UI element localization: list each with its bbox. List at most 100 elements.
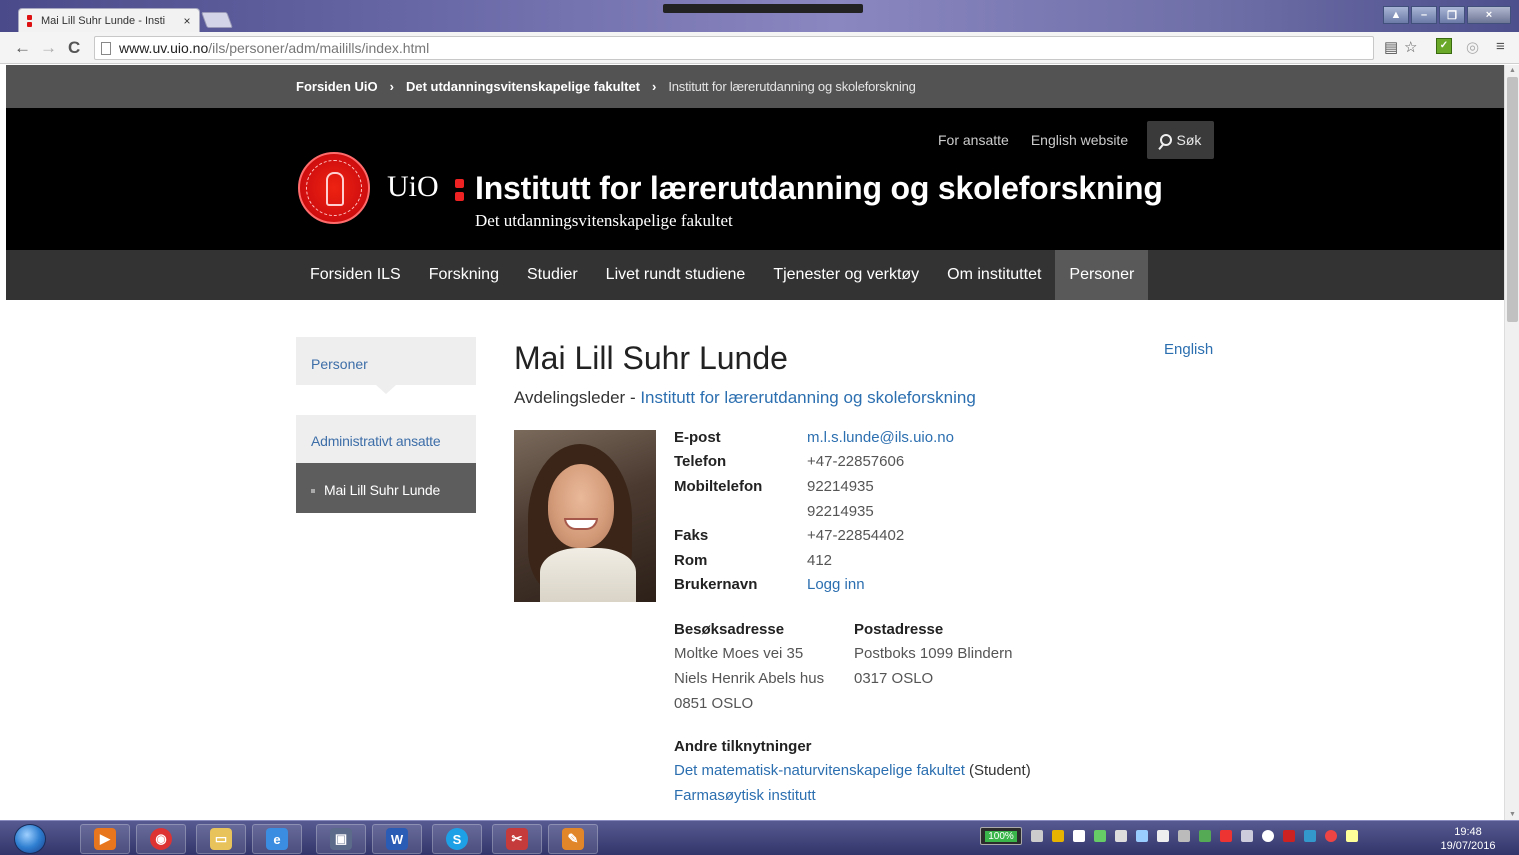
tray-icon[interactable]	[1262, 830, 1274, 842]
contact-row-fax: Faks +47-22854402	[674, 523, 954, 548]
sidebar-item-personer[interactable]: Personer	[296, 337, 476, 394]
nav-item-livet[interactable]: Livet rundt studiene	[592, 250, 760, 300]
scrollbar-thumb[interactable]	[1507, 77, 1518, 322]
nav-item-tjenester[interactable]: Tjenester og verktøy	[759, 250, 933, 300]
affiliations-heading: Andre tilknytninger	[674, 737, 812, 755]
contact-label: Rom	[674, 551, 708, 569]
windows-taskbar: ▶ ◉ ▭ e ▣ W S ✂ ✎ 100% 19:48 19/07/2016	[0, 820, 1519, 855]
uio-wordmark[interactable]: UiO	[387, 170, 439, 204]
taskbar-media-player[interactable]: ▶	[80, 824, 130, 854]
breadcrumb-current: Institutt for lærerutdanning og skolefor…	[668, 79, 916, 94]
uio-seal-logo[interactable]	[298, 152, 370, 224]
network-icon[interactable]	[1115, 830, 1127, 842]
tray-icon[interactable]	[1178, 830, 1190, 842]
search-button[interactable]: Søk	[1147, 121, 1214, 159]
translate-icon[interactable]: ▤	[1384, 38, 1398, 56]
tray-icon[interactable]	[1031, 830, 1043, 842]
taskbar-ie[interactable]: e	[252, 824, 302, 854]
system-tray: 100%	[980, 827, 1358, 845]
mobile-value: 92214935	[807, 477, 874, 495]
breadcrumb-link-faculty[interactable]: Det utdanningsvitenskapelige fakultet	[406, 79, 640, 94]
ie-icon: e	[266, 828, 288, 850]
role-separator: -	[625, 388, 641, 407]
english-language-link[interactable]: English	[1164, 341, 1213, 358]
taskbar-word[interactable]: W	[372, 824, 422, 854]
postal-address: Postadresse Postboks 1099 Blindern 0317 …	[854, 617, 1012, 691]
sidebar-item-current[interactable]: Mai Lill Suhr Lunde	[296, 463, 476, 513]
tray-icon[interactable]	[1073, 830, 1085, 842]
start-button[interactable]	[14, 824, 46, 854]
url-path: /ils/personer/adm/mailills/index.html	[208, 40, 430, 56]
tray-icon[interactable]	[1241, 830, 1253, 842]
sidebar-item-admin[interactable]: Administrativt ansatte	[296, 415, 476, 463]
taskbar-clock[interactable]: 19:48 19/07/2016	[1436, 825, 1500, 853]
battery-indicator[interactable]: 100%	[980, 827, 1022, 845]
room-value: 412	[807, 551, 833, 569]
back-arrow-icon[interactable]: ←	[14, 38, 31, 58]
user-profile-icon[interactable]: ▲	[1383, 6, 1409, 24]
nav-item-forskning[interactable]: Forskning	[415, 250, 513, 300]
nav-item-forsiden[interactable]: Forsiden ILS	[296, 250, 415, 300]
address-bar[interactable]: www.uv.uio.no/ils/personer/adm/mailills/…	[94, 36, 1374, 60]
breadcrumb: Forsiden UiO › Det utdanningsvitenskapel…	[6, 65, 1504, 108]
institute-title[interactable]: Institutt for lærerutdanning og skolefor…	[475, 170, 1163, 207]
nav-item-om[interactable]: Om instituttet	[933, 250, 1055, 300]
tab-title: Mai Lill Suhr Lunde - Insti	[41, 14, 166, 27]
tray-icon[interactable]	[1304, 830, 1316, 842]
forward-arrow-icon[interactable]: →	[40, 38, 57, 58]
close-window-button[interactable]: ×	[1467, 6, 1511, 24]
affiliation-link[interactable]: Det matematisk-naturvitenskapelige fakul…	[674, 762, 965, 779]
media-player-icon: ▶	[94, 828, 116, 850]
tray-icon[interactable]	[1052, 830, 1064, 842]
menu-icon[interactable]: ≡	[1496, 38, 1505, 55]
address-line: Niels Henrik Abels hus	[674, 669, 825, 687]
taskbar-explorer[interactable]: ▭	[196, 824, 246, 854]
taskbar-skype[interactable]: S	[432, 824, 482, 854]
browser-tab[interactable]: Mai Lill Suhr Lunde - Insti ×	[18, 8, 200, 32]
breadcrumb-separator-icon: ›	[389, 79, 394, 94]
breadcrumb-link-uio[interactable]: Forsiden UiO	[296, 79, 378, 94]
minimize-button[interactable]: –	[1411, 6, 1437, 24]
login-link[interactable]: Logg inn	[807, 576, 865, 593]
english-website-link[interactable]: English website	[1031, 132, 1128, 148]
taskbar-snipping[interactable]: ✂	[492, 824, 542, 854]
nav-item-studier[interactable]: Studier	[513, 250, 592, 300]
green-extension-icon[interactable]: ✓	[1436, 38, 1452, 54]
taskbar-chrome[interactable]: ◉	[136, 824, 186, 854]
maximize-button[interactable]: ❐	[1439, 6, 1465, 24]
tray-icon[interactable]	[1199, 830, 1211, 842]
scroll-down-icon[interactable]: ▼	[1509, 811, 1516, 818]
contact-label: E-post	[674, 428, 721, 446]
tray-icon[interactable]	[1325, 830, 1337, 842]
unit-link[interactable]: Institutt for lærerutdanning og skolefor…	[640, 388, 975, 407]
for-employees-link[interactable]: For ansatte	[938, 132, 1009, 148]
nav-item-personer[interactable]: Personer	[1055, 250, 1149, 300]
tray-icon[interactable]	[1094, 830, 1106, 842]
email-link[interactable]: m.l.s.lunde@ils.uio.no	[807, 429, 954, 446]
taskbar-app[interactable]: ▣	[316, 824, 366, 854]
page-scrollbar[interactable]: ▲ ▼	[1504, 65, 1519, 820]
extension-icon[interactable]: ◎	[1466, 38, 1479, 56]
affiliation-item: Farmasøytisk institutt	[674, 783, 1031, 808]
bookmark-star-icon[interactable]: ☆	[1404, 38, 1417, 56]
tray-icon[interactable]	[1283, 830, 1295, 842]
tab-close-icon[interactable]: ×	[179, 14, 195, 28]
scroll-up-icon[interactable]: ▲	[1509, 67, 1516, 74]
new-tab-button[interactable]	[201, 12, 233, 28]
sidebar: Personer Administrativt ansatte Mai Lill…	[296, 337, 476, 513]
mobile-value: 92214935	[807, 502, 874, 520]
affiliation-item: Det matematisk-naturvitenskapelige fakul…	[674, 759, 1031, 784]
faculty-subtitle[interactable]: Det utdanningsvitenskapelige fakultet	[475, 211, 733, 231]
flag-icon[interactable]	[1157, 830, 1169, 842]
address-line: 0851 OSLO	[674, 694, 754, 712]
taskbar-paint[interactable]: ✎	[548, 824, 598, 854]
app-icon: ▣	[330, 828, 352, 850]
contact-info: E-post m.l.s.lunde@ils.uio.no Telefon +4…	[674, 425, 954, 597]
volume-icon[interactable]	[1220, 830, 1232, 842]
reload-icon[interactable]: C	[68, 38, 80, 58]
contact-label: Telefon	[674, 453, 727, 471]
contact-row-room: Rom 412	[674, 548, 954, 573]
tray-icon[interactable]	[1346, 830, 1358, 842]
bluetooth-icon[interactable]	[1136, 830, 1148, 842]
affiliation-link[interactable]: Farmasøytisk institutt	[674, 787, 816, 804]
